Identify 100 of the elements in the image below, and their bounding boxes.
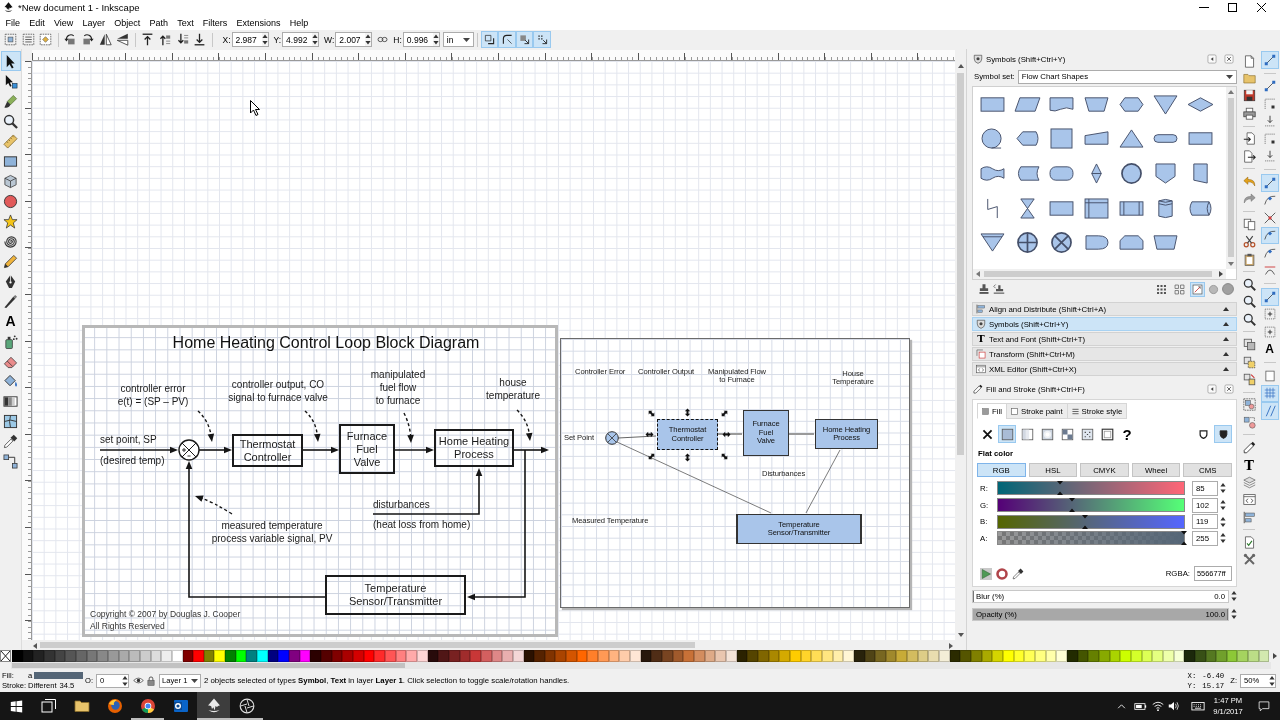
color-swatch-icon[interactable]: [512, 650, 524, 662]
slider-thumb[interactable]: [1181, 531, 1187, 546]
slider-track[interactable]: [997, 531, 1185, 546]
color-swatch-icon[interactable]: [1194, 650, 1206, 662]
color-swatch-icon[interactable]: [289, 650, 300, 662]
color-swatch-icon[interactable]: [1216, 650, 1227, 662]
color-swatch-icon[interactable]: [214, 650, 226, 662]
color-swatch-icon[interactable]: [438, 650, 449, 662]
lined-rectangle-icon[interactable]: [1082, 197, 1110, 219]
color-swatch-icon[interactable]: [65, 650, 76, 662]
color-swatch-icon[interactable]: [683, 650, 694, 662]
resize-handle-icon[interactable]: [721, 430, 731, 439]
resize-handle-icon[interactable]: [719, 451, 729, 461]
snap-toggle[interactable]: A: [1260, 340, 1279, 358]
color-swatch-icon[interactable]: [416, 650, 428, 662]
color-swatch-icon[interactable]: [12, 650, 23, 662]
scrollbar-thumb[interactable]: [40, 642, 695, 648]
arrow-right-icon[interactable]: [1219, 271, 1223, 277]
color-swatch-icon[interactable]: [310, 650, 322, 662]
color-swatch-icon[interactable]: [193, 650, 204, 662]
color-swatch-icon[interactable]: [757, 650, 769, 662]
color-swatch-icon[interactable]: [736, 650, 748, 662]
color-swatch-icon[interactable]: [789, 650, 801, 662]
stamp-arrow-icon[interactable]: [993, 283, 1005, 295]
speech-bubble-icon[interactable]: [1258, 700, 1270, 712]
color-swatch-icon[interactable]: [896, 650, 908, 662]
color-swatch-icon[interactable]: [1003, 650, 1014, 662]
chain-link-icon[interactable]: [377, 34, 389, 45]
color-swatch-icon[interactable]: [864, 650, 876, 662]
color-swatch-icon[interactable]: [33, 650, 44, 662]
snap-toggle[interactable]: [1260, 51, 1279, 69]
color-swatch-icon[interactable]: [630, 650, 641, 662]
down-triangle-icon[interactable]: [1152, 93, 1180, 115]
arrow-up-icon[interactable]: [957, 64, 964, 68]
color-swatch-icon[interactable]: [1056, 650, 1067, 662]
color-swatch-icon[interactable]: [1237, 650, 1249, 662]
color-swatch-icon[interactable]: [427, 650, 439, 662]
menu-item[interactable]: Text: [172, 17, 199, 28]
color-swatch-icon[interactable]: [448, 650, 460, 662]
color-swatch-icon[interactable]: [1024, 650, 1035, 662]
color-swatch-icon[interactable]: [331, 650, 343, 662]
toggle-button[interactable]: [498, 31, 516, 48]
color-swatch-icon[interactable]: [54, 650, 66, 662]
arrow-left-icon[interactable]: [976, 271, 980, 277]
resize-handle-icon[interactable]: [646, 408, 656, 418]
color-swatch-icon[interactable]: [544, 650, 556, 662]
color-swatch-icon[interactable]: [1141, 650, 1153, 662]
color-swatch-icon[interactable]: [235, 650, 247, 662]
tool-button[interactable]: [0, 451, 21, 471]
scrollbar-thumb[interactable]: [1228, 98, 1234, 257]
spin-arrows-icon[interactable]: [365, 33, 372, 46]
spin-arrows-icon[interactable]: [1231, 590, 1237, 603]
color-swatch-icon[interactable]: [1173, 650, 1185, 662]
chevron-up-icon[interactable]: [1116, 701, 1126, 711]
tool-button[interactable]: A: [0, 311, 21, 331]
scrollbar[interactable]: [32, 640, 955, 650]
color-swatch-icon[interactable]: [875, 650, 886, 662]
color-swatch-icon[interactable]: [1226, 650, 1238, 662]
arrow-left-icon[interactable]: [33, 642, 37, 649]
color-swatch-icon[interactable]: [225, 650, 236, 662]
color-swatch-icon[interactable]: [694, 650, 705, 662]
spin-arrows-icon[interactable]: [1220, 532, 1226, 545]
color-swatch-icon[interactable]: [267, 650, 279, 662]
scrollbar-thumb[interactable]: [12, 663, 405, 668]
scrollbar[interactable]: [1226, 87, 1236, 269]
color-swatch-icon[interactable]: [97, 650, 108, 662]
color-swatch-icon[interactable]: [960, 650, 972, 662]
color-swatch-icon[interactable]: [459, 650, 471, 662]
fill-rule-button[interactable]: [1214, 425, 1232, 443]
color-swatch-icon[interactable]: [1130, 650, 1142, 662]
slider-thumb[interactable]: [1081, 514, 1088, 529]
speaker-icon[interactable]: [1168, 700, 1180, 712]
wifi-icon[interactable]: [1152, 700, 1164, 712]
color-swatch-icon[interactable]: [374, 650, 385, 662]
color-swatch-icon[interactable]: [139, 650, 151, 662]
color-swatch-icon[interactable]: [246, 650, 258, 662]
color-swatch-icon[interactable]: [1162, 650, 1174, 662]
color-swatch-icon[interactable]: [715, 650, 726, 662]
number-field[interactable]: 2.987: [231, 32, 269, 47]
snap-toggle[interactable]: [1260, 288, 1279, 306]
slider-track[interactable]: [997, 514, 1185, 529]
color-swatch-icon[interactable]: [129, 650, 140, 662]
color-swatch-icon[interactable]: [1120, 650, 1131, 662]
color-swatch-icon[interactable]: [981, 650, 993, 662]
color-swatch-icon[interactable]: [321, 650, 332, 662]
resize-handle-icon[interactable]: [646, 451, 656, 461]
color-swatch-icon[interactable]: [576, 650, 588, 662]
spin-arrows-icon[interactable]: [1220, 515, 1226, 528]
view-button[interactable]: [1190, 281, 1205, 297]
stamp-icon[interactable]: [978, 283, 990, 295]
color-swatch-icon[interactable]: [1205, 650, 1217, 662]
snap-toggle[interactable]: [1260, 174, 1279, 192]
spin-arrows-icon[interactable]: [1220, 499, 1226, 512]
eyedropper-icon[interactable]: [1012, 567, 1024, 580]
color-swatch-icon[interactable]: [939, 650, 950, 662]
slider-track[interactable]: [997, 498, 1185, 513]
color-swatch-icon[interactable]: [107, 650, 119, 662]
number-field[interactable]: 0.996: [402, 32, 440, 47]
color-swatch-icon[interactable]: [342, 650, 353, 662]
color-swatch-icon[interactable]: [651, 650, 663, 662]
